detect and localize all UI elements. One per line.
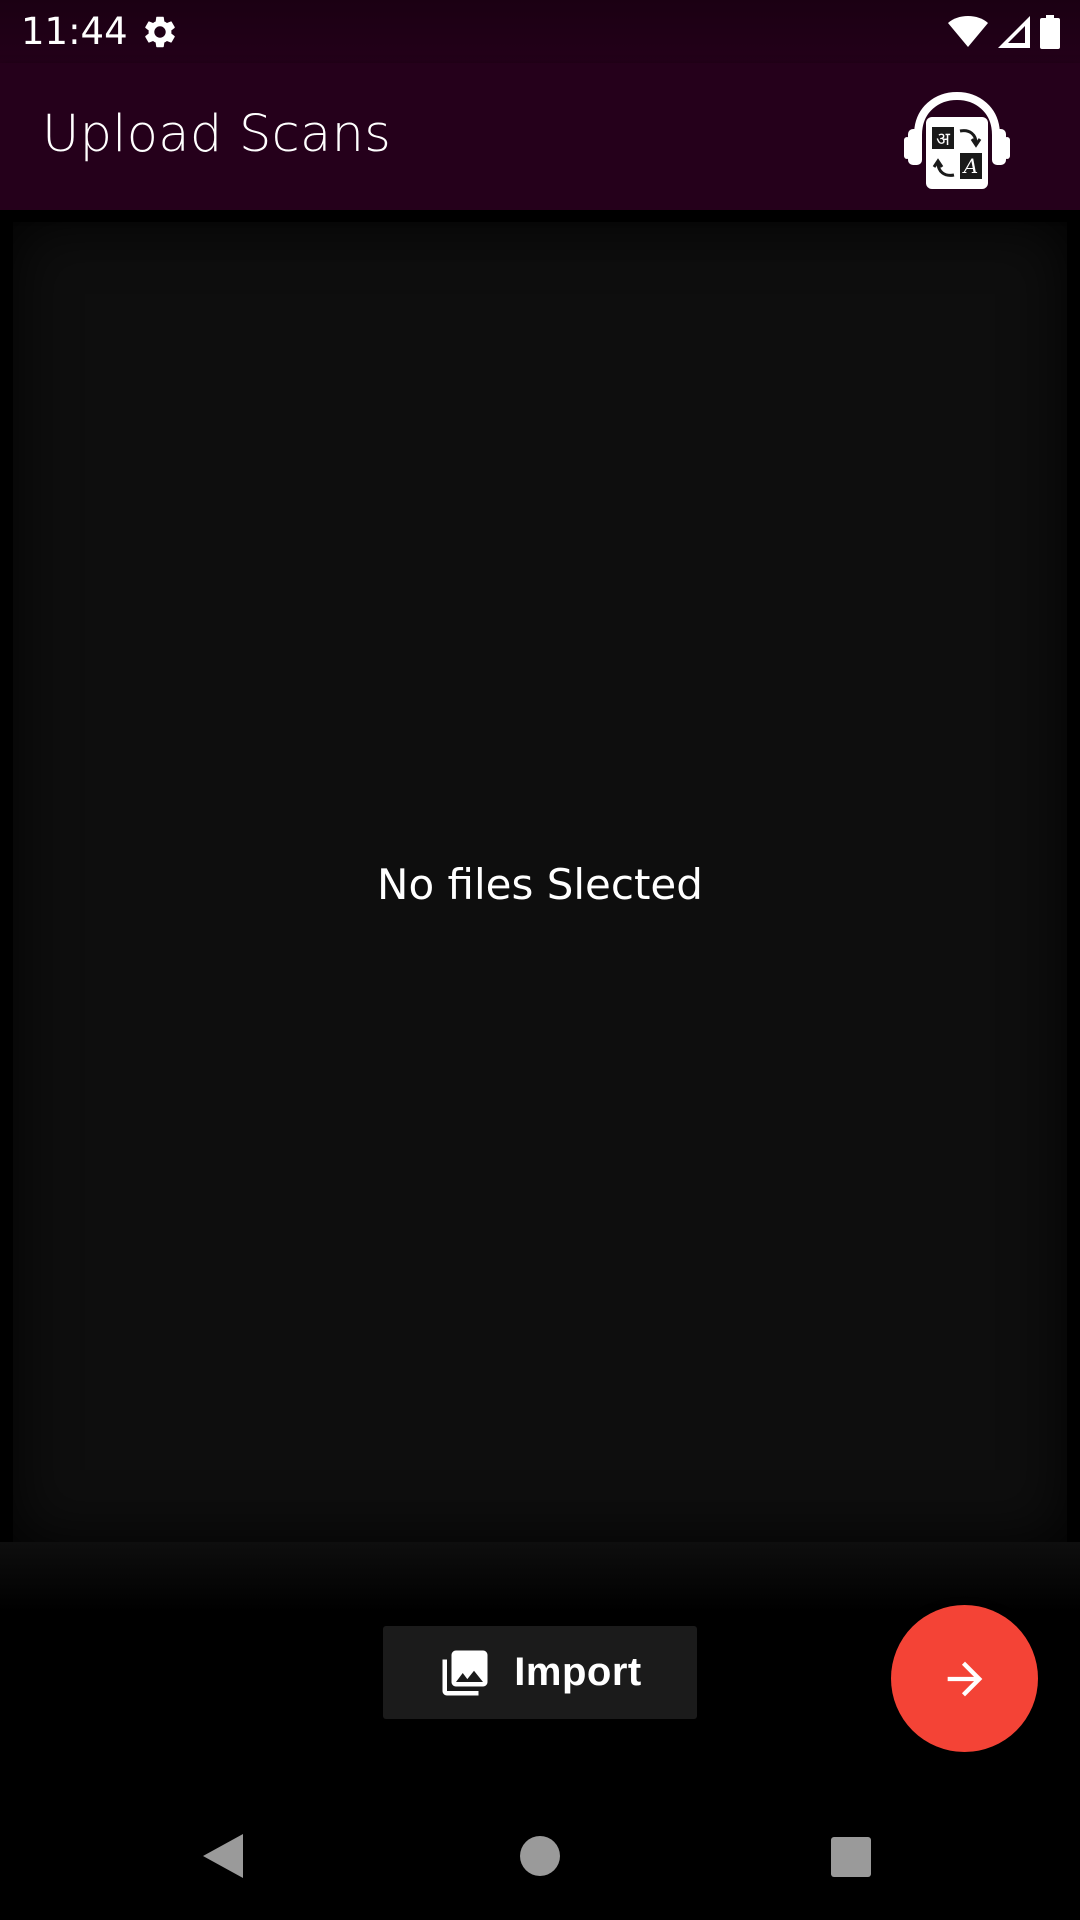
gear-icon <box>145 16 175 48</box>
app-logo-headphones-translate-icon: अ A <box>904 92 1010 189</box>
status-time: 11:44 <box>21 10 128 53</box>
file-list-area: No files Slected <box>13 222 1067 1542</box>
status-bar: 11:44 <box>0 0 1080 63</box>
empty-state-message: No files Slected <box>377 860 703 909</box>
next-fab-button[interactable] <box>891 1605 1038 1752</box>
import-button-label: Import <box>514 1650 642 1694</box>
cell-signal-icon <box>998 16 1030 48</box>
system-nav-bar <box>0 1782 1080 1920</box>
battery-icon <box>1040 15 1060 49</box>
home-icon[interactable] <box>520 1836 560 1876</box>
back-icon[interactable] <box>203 1832 247 1880</box>
photo-library-icon <box>442 1650 488 1695</box>
page-title: Upload Scans <box>42 105 392 164</box>
recents-icon[interactable] <box>831 1837 871 1877</box>
content-shadow <box>0 1542 1080 1612</box>
status-icons <box>948 14 1060 50</box>
screen: 11:44 Upload Scans अ A No files Slected … <box>0 0 1080 1920</box>
wifi-icon <box>948 16 988 47</box>
logo-glyph-latin: A <box>962 154 978 178</box>
arrow-right-icon <box>947 1661 982 1696</box>
import-button[interactable]: Import <box>383 1626 697 1719</box>
app-bar: Upload Scans अ A <box>0 63 1080 210</box>
logo-glyph-hindi: अ <box>936 129 951 150</box>
